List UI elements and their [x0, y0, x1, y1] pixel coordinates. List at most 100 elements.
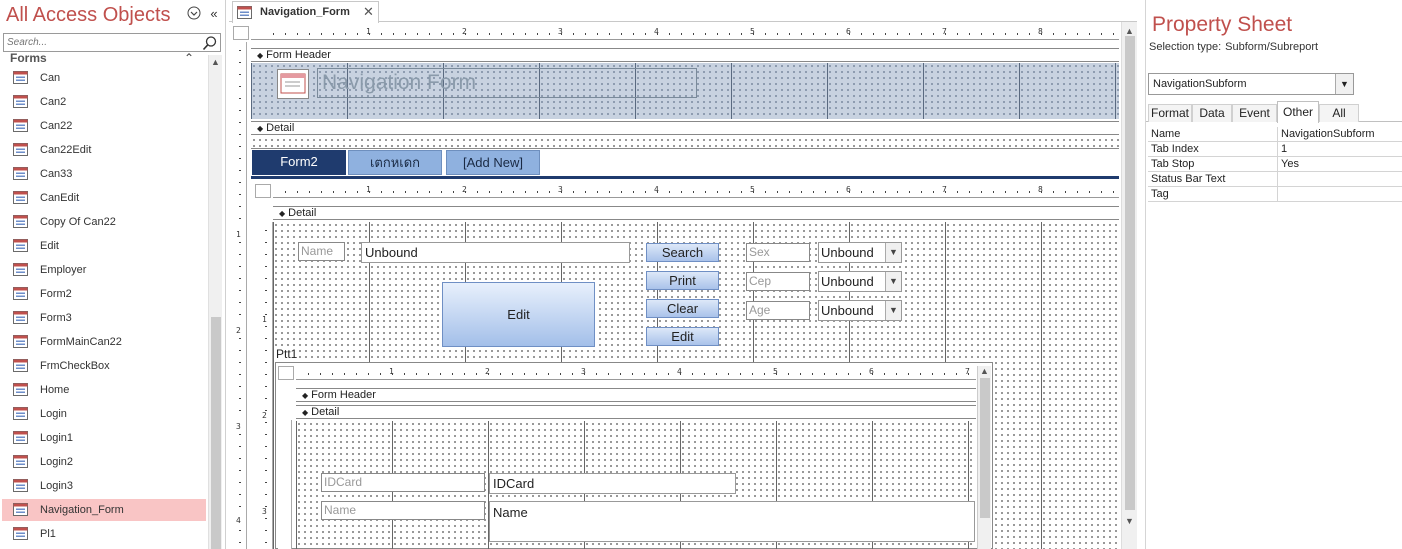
dropdown-arrow-icon[interactable]: ▼ [885, 272, 901, 291]
tab-all[interactable]: All [1319, 104, 1359, 122]
nested-form-header-bar[interactable]: ◆ Form Header [296, 388, 976, 402]
nav-item-can[interactable]: Can [2, 67, 206, 89]
nav-menu-chevron-icon[interactable] [186, 6, 202, 22]
nav-item-can22[interactable]: Can22 [2, 115, 206, 137]
nav-item-form2[interactable]: Form2 [2, 283, 206, 305]
scroll-up-icon[interactable]: ▲ [1125, 26, 1134, 36]
form-title-label[interactable]: Navigation Form [317, 68, 697, 98]
property-row[interactable]: Name NavigationSubform [1148, 127, 1402, 142]
nav-tab-form2[interactable]: Form2 [252, 150, 346, 175]
search-icon[interactable] [202, 35, 218, 51]
nav-item-canedit[interactable]: CanEdit [2, 187, 206, 209]
object-selector-combobox[interactable]: NavigationSubform ▼ [1148, 73, 1354, 95]
edit-large-button[interactable]: Edit [442, 282, 595, 347]
nav-item-login2[interactable]: Login2 [2, 451, 206, 473]
age-combobox[interactable]: Unbound ▼ [818, 300, 902, 321]
nested-detail-bar[interactable]: ◆ Detail [296, 405, 976, 419]
nav-item-can2[interactable]: Can2 [2, 91, 206, 113]
subform-detail-section-bar[interactable]: ◆ Detail [273, 206, 1119, 220]
scroll-up-icon[interactable]: ▲ [980, 366, 989, 376]
inner-name-label[interactable]: Name [321, 501, 485, 520]
nav-item-formmaincan22[interactable]: FormMainCan22 [2, 331, 206, 353]
age-label[interactable]: Age [746, 301, 810, 320]
ruler-tick [656, 373, 657, 375]
horizontal-ruler[interactable]: 12345678 [251, 26, 1119, 40]
property-row[interactable]: Tab Index 1 [1148, 142, 1402, 157]
nav-item-copy-of-can22[interactable]: Copy Of Can22 [2, 211, 206, 233]
nav-tab-add-new[interactable]: [Add New] [446, 150, 540, 175]
tab-event[interactable]: Event [1232, 104, 1277, 122]
edit-button[interactable]: Edit [646, 327, 719, 346]
inner-name-textbox[interactable]: Name [489, 501, 975, 542]
nav-item-can22edit[interactable]: Can22Edit [2, 139, 206, 161]
nav-pane-scrollbar[interactable]: ▲ [208, 55, 222, 549]
nav-item-home[interactable]: Home [2, 379, 206, 401]
print-button[interactable]: Print [646, 271, 719, 290]
property-value[interactable]: 1 [1281, 143, 1287, 155]
design-view-scrollbar[interactable]: ▲ ▼ [1121, 22, 1137, 549]
scroll-thumb[interactable] [211, 317, 221, 549]
form-selector[interactable] [233, 26, 249, 40]
clear-button[interactable]: Clear [646, 299, 719, 318]
nav-pane-title[interactable]: All Access Objects [6, 4, 171, 27]
form-header-section-bar[interactable]: ◆ Form Header [251, 48, 1119, 62]
nav-item-label: Form2 [40, 288, 72, 300]
detail-section-bar[interactable]: ◆ Detail [251, 121, 1119, 135]
sex-combobox[interactable]: Unbound ▼ [818, 242, 902, 263]
cep-combobox[interactable]: Unbound ▼ [818, 271, 902, 292]
idcard-textbox[interactable]: IDCard [489, 473, 736, 494]
nav-item-edit[interactable]: Edit [2, 235, 206, 257]
vertical-ruler[interactable]: 1 2 3 4 [233, 42, 247, 549]
close-tab-icon[interactable]: ✕ [363, 4, 374, 20]
ruler-tick [824, 373, 825, 375]
nav-item-frmcheckbox[interactable]: FrmCheckBox [2, 355, 206, 377]
nav-item-navigation-form[interactable]: Navigation_Form [2, 499, 206, 521]
name-label[interactable]: Name [298, 242, 345, 261]
subform-selector[interactable] [255, 184, 271, 198]
property-value[interactable]: Yes [1281, 158, 1299, 170]
scroll-up-icon[interactable]: ▲ [211, 57, 220, 67]
tab-format[interactable]: Format [1148, 104, 1192, 122]
scroll-thumb[interactable] [980, 378, 990, 518]
subform-horizontal-ruler[interactable]: 12345678 [273, 184, 1119, 198]
shutter-bar-close-icon[interactable]: « [206, 6, 222, 22]
name-textbox[interactable]: Unbound [361, 242, 630, 263]
nav-item-employer[interactable]: Employer [2, 259, 206, 281]
nav-item-pl1[interactable]: Pl1 [2, 523, 206, 545]
nav-item-login[interactable]: Login [2, 403, 206, 425]
document-tab-label: Navigation_Form [260, 6, 350, 18]
logo-image-control[interactable] [277, 69, 309, 99]
nav-search-input[interactable] [4, 34, 200, 51]
cep-label[interactable]: Cep [746, 272, 810, 291]
subform-label[interactable]: Ptt1 [275, 347, 299, 361]
property-row[interactable]: Tab Stop Yes [1148, 157, 1402, 172]
dropdown-arrow-icon[interactable]: ▼ [885, 301, 901, 320]
nav-group-header[interactable]: Forms ⌃ [0, 51, 208, 66]
ruler-tick [265, 398, 267, 399]
nav-item-login1[interactable]: Login1 [2, 427, 206, 449]
property-value[interactable]: NavigationSubform [1281, 128, 1375, 140]
property-row[interactable]: Tag [1148, 187, 1402, 202]
sex-label[interactable]: Sex [746, 243, 810, 262]
nav-item-can33[interactable]: Can33 [2, 163, 206, 185]
dropdown-arrow-icon[interactable]: ▼ [1335, 74, 1353, 94]
search-button[interactable]: Search [646, 243, 719, 262]
nested-horizontal-ruler[interactable]: 1234567 [296, 366, 976, 380]
tab-other[interactable]: Other [1277, 101, 1319, 123]
nav-item-form3[interactable]: Form3 [2, 307, 206, 329]
idcard-label[interactable]: IDCard [321, 473, 485, 492]
nested-vertical-ruler[interactable] [278, 420, 292, 549]
document-tab-navigation-form[interactable]: Navigation_Form ✕ [232, 1, 379, 23]
collapse-group-icon[interactable]: ⌃ [184, 51, 194, 65]
ruler-tick [896, 373, 897, 375]
subform-vertical-ruler[interactable]: 1 2 3 [259, 222, 273, 549]
property-row[interactable]: Status Bar Text [1148, 172, 1402, 187]
nested-form-selector[interactable] [278, 366, 294, 380]
nested-subform-scrollbar[interactable]: ▲ [977, 366, 991, 549]
nav-item-login3[interactable]: Login3 [2, 475, 206, 497]
tab-data[interactable]: Data [1192, 104, 1232, 122]
scroll-down-icon[interactable]: ▼ [1125, 516, 1134, 526]
dropdown-arrow-icon[interactable]: ▼ [885, 243, 901, 262]
scroll-thumb[interactable] [1125, 36, 1135, 510]
nav-tab-thai[interactable]: เตกหเดก [348, 150, 442, 175]
